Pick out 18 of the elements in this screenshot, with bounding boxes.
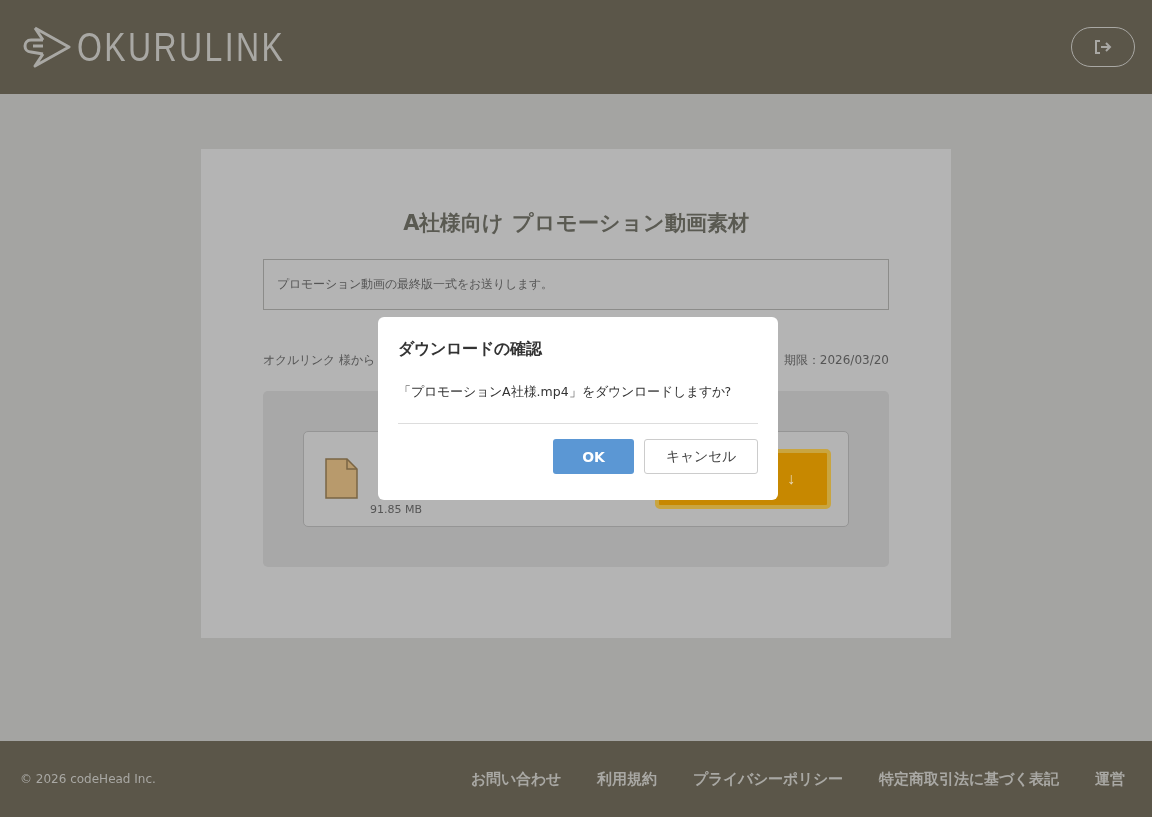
logout-icon <box>1094 39 1112 55</box>
footer-link[interactable]: プライバシーポリシー <box>693 769 843 789</box>
deadline-text: 期限：2026/03/20 <box>783 352 889 369</box>
sender-text: オクルリンク 様から <box>263 352 375 369</box>
logo-text: OKURULINK <box>77 24 286 70</box>
message-box: プロモーション動画の最終版一式をお送りします。 <box>263 259 889 310</box>
footer-link[interactable]: 運営 <box>1095 769 1125 789</box>
share-title: A社様向け プロモーション動画素材 <box>402 210 750 237</box>
copyright-text: © 2026 codeHead Inc. <box>20 772 156 786</box>
cancel-button[interactable]: キャンセル <box>644 439 758 474</box>
dialog-title: ダウンロードの確認 <box>398 339 543 360</box>
footer-link[interactable]: 特定商取引法に基づく表記 <box>879 769 1059 789</box>
dialog-message: 「プロモーションA社様.mp4」をダウンロードしますか? <box>398 384 758 424</box>
footer-link[interactable]: 利用規約 <box>597 769 657 789</box>
file-size: 91.85 MB <box>370 503 424 516</box>
ok-button[interactable]: OK <box>553 439 634 474</box>
footer-link[interactable]: お問い合わせ <box>471 769 561 789</box>
file-icon <box>324 458 358 500</box>
